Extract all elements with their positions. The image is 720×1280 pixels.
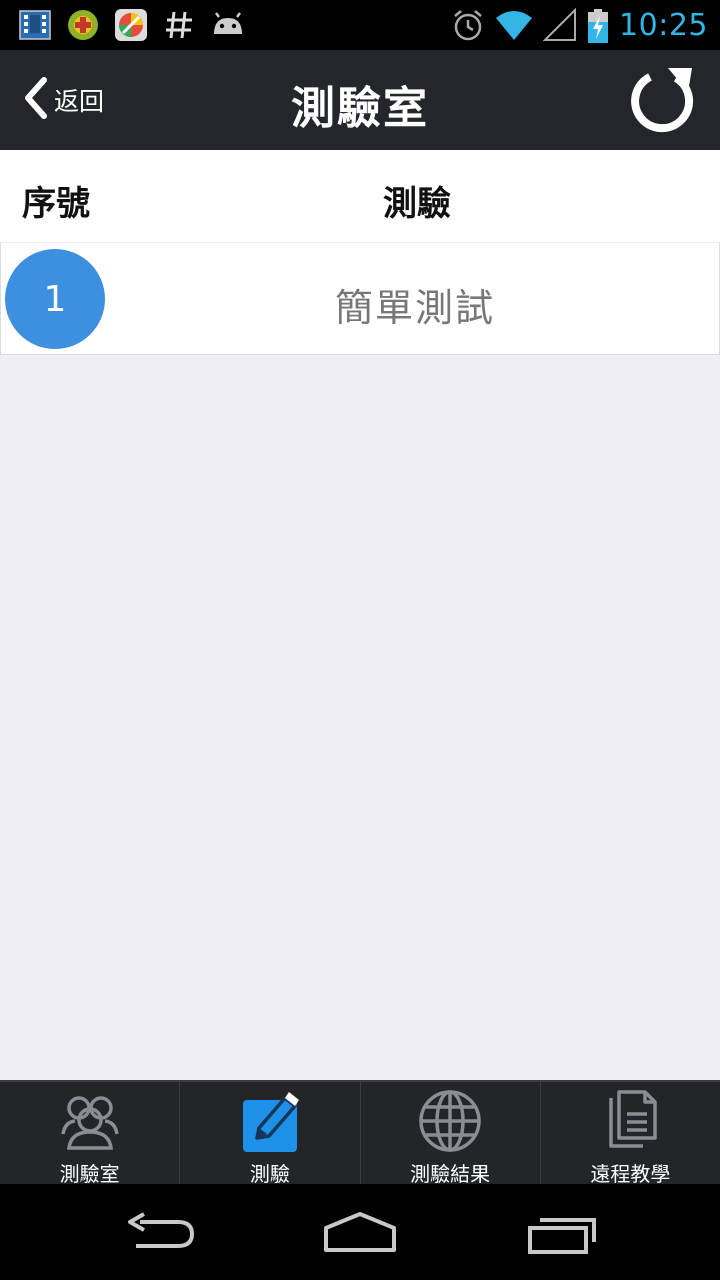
list-item[interactable]: 1 簡單測試 — [0, 242, 720, 355]
row-title: 簡單測試 — [334, 286, 495, 330]
tab-test-results[interactable]: 測驗結果 — [361, 1082, 541, 1186]
tab-label: 測驗結果 — [410, 1162, 491, 1186]
app-header: 返回 測驗室 — [0, 50, 720, 150]
column-test: 測驗 — [383, 184, 451, 224]
document-icon — [597, 1088, 663, 1154]
home-icon — [320, 1212, 400, 1260]
column-seq: 序號 — [22, 184, 90, 224]
tab-label: 測驗 — [249, 1162, 290, 1186]
nav-home-button[interactable] — [320, 1208, 400, 1256]
system-status: 10:25 — [451, 6, 708, 44]
back-icon — [122, 1212, 202, 1260]
shield-app-icon — [114, 8, 148, 42]
tab-test[interactable]: 測驗 — [180, 1082, 361, 1186]
tab-test-room[interactable]: 測驗室 — [0, 1082, 181, 1186]
system-nav-bar — [0, 1184, 720, 1280]
wifi-icon — [495, 8, 533, 42]
clock: 10:25 — [619, 7, 708, 43]
tab-label: 測驗室 — [59, 1162, 120, 1186]
refresh-button[interactable] — [626, 64, 698, 136]
refresh-icon — [626, 68, 698, 140]
game-icon — [66, 8, 100, 42]
film-icon — [18, 8, 52, 42]
tab-remote-teaching[interactable]: 遠程教學 — [541, 1082, 720, 1186]
android-icon — [210, 8, 244, 42]
nav-back-button[interactable] — [122, 1208, 202, 1256]
edit-icon — [237, 1088, 303, 1154]
recent-apps-icon — [522, 1218, 602, 1260]
bottom-tab-bar: 測驗室 測驗 測驗結果 遠程教學 — [0, 1080, 720, 1186]
notification-icons — [18, 8, 244, 42]
page-title: 測驗室 — [291, 83, 429, 134]
hash-icon — [162, 8, 196, 42]
status-bar: 10:25 — [0, 0, 720, 50]
nav-recent-apps-button[interactable] — [522, 1208, 602, 1256]
list-column-header: 序號 測驗 — [0, 150, 720, 243]
group-icon — [57, 1088, 123, 1154]
globe-icon — [417, 1088, 483, 1154]
row-index-badge: 1 — [5, 249, 105, 349]
alarm-icon — [451, 8, 485, 42]
signal-icon — [542, 7, 577, 42]
battery-charging-icon — [587, 8, 609, 43]
tab-label: 遠程教學 — [590, 1162, 671, 1186]
